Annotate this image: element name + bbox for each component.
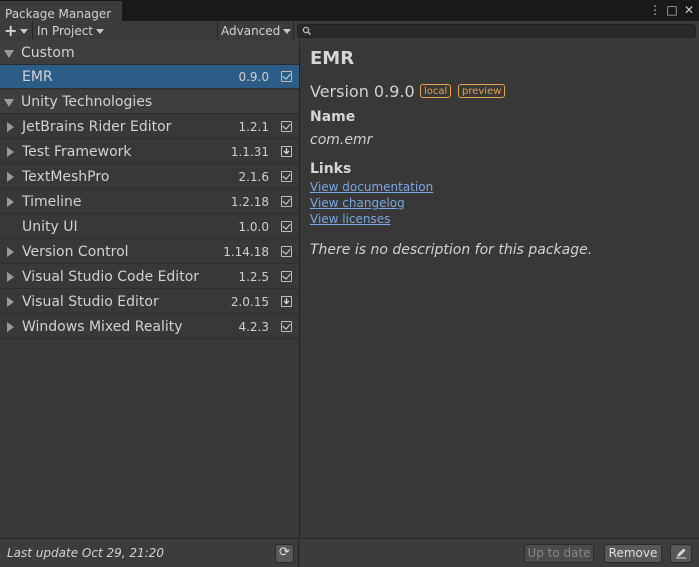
remove-button[interactable]: Remove <box>604 544 662 563</box>
installed-check-icon <box>281 271 292 282</box>
edit-button[interactable] <box>670 544 692 563</box>
package-version: 1.1.31 <box>230 145 269 159</box>
installed-check-icon <box>281 321 292 332</box>
package-list: Custom EMR 0.9.0 Unity Technologies JetB… <box>0 41 300 538</box>
more-options-icon[interactable]: ⋮ <box>647 2 663 18</box>
details-footer: Up to date Remove <box>300 538 699 567</box>
package-id: com.emr <box>310 132 373 148</box>
installed-check-icon <box>281 246 292 257</box>
installed-check-icon <box>281 71 292 82</box>
update-available-icon <box>281 146 292 157</box>
installed-check-icon <box>281 196 292 207</box>
package-row-jetbrains-rider-editor[interactable]: JetBrains Rider Editor 1.2.1 <box>0 115 299 139</box>
scope-label: In Project <box>37 24 94 38</box>
last-update-text: Last update Oct 29, 21:20 <box>7 546 164 560</box>
package-name: Test Framework <box>22 144 132 160</box>
view-licenses-link[interactable]: View licenses <box>310 212 390 226</box>
package-name: Version Control <box>22 244 129 260</box>
scope-dropdown[interactable]: In Project <box>37 21 105 41</box>
advanced-label: Advanced <box>221 24 281 38</box>
package-version: 1.2.18 <box>230 195 269 209</box>
package-row-textmeshpro[interactable]: TextMeshPro 2.1.6 <box>0 165 299 189</box>
package-version: 2.1.6 <box>238 170 269 184</box>
package-row-unity-ui[interactable]: Unity UI 1.0.0 <box>0 215 299 239</box>
group-header-unity-technologies[interactable]: Unity Technologies <box>0 90 299 114</box>
preview-badge: preview <box>458 84 506 98</box>
update-available-icon <box>281 296 292 307</box>
expand-arrow-icon[interactable] <box>7 322 14 332</box>
package-version-label: Version 0.9.0 <box>310 82 415 101</box>
installed-check-icon <box>281 121 292 132</box>
tab-title: Package Manager <box>5 7 112 21</box>
package-row-visual-studio-code-editor[interactable]: Visual Studio Code Editor 1.2.5 <box>0 265 299 289</box>
package-row-version-control[interactable]: Version Control 1.14.18 <box>0 240 299 264</box>
package-name: Visual Studio Editor <box>22 294 159 310</box>
package-title: EMR <box>310 48 355 69</box>
installed-check-icon <box>281 221 292 232</box>
refresh-icon: ⟳ <box>279 545 290 560</box>
expand-arrow-icon[interactable] <box>7 272 14 282</box>
package-row-visual-studio-editor[interactable]: Visual Studio Editor 2.0.15 <box>0 290 299 314</box>
chevron-down-icon <box>96 29 105 34</box>
package-row-test-framework[interactable]: Test Framework 1.1.31 <box>0 140 299 164</box>
add-package-button[interactable]: + <box>4 21 32 41</box>
package-manager-tab[interactable]: Package Manager <box>0 1 122 21</box>
search-field[interactable] <box>297 24 696 38</box>
view-changelog-link[interactable]: View changelog <box>310 196 405 210</box>
view-documentation-link[interactable]: View documentation <box>310 180 433 194</box>
package-row-windows-mixed-reality[interactable]: Windows Mixed Reality 4.2.3 <box>0 315 299 339</box>
package-version: 1.14.18 <box>223 245 269 259</box>
advanced-dropdown[interactable]: Advanced <box>221 21 293 41</box>
group-name: Unity Technologies <box>21 94 153 110</box>
pencil-icon <box>676 548 686 559</box>
package-version: 4.2.3 <box>238 320 269 334</box>
package-details: EMR Version 0.9.0 local preview Name com… <box>300 41 699 538</box>
package-name: Visual Studio Code Editor <box>22 269 200 285</box>
expand-arrow-icon[interactable] <box>7 197 14 207</box>
package-name: Timeline <box>22 194 82 210</box>
expand-arrow-icon[interactable] <box>7 147 14 157</box>
package-name: TextMeshPro <box>22 169 110 185</box>
local-badge: local <box>420 84 452 98</box>
package-version: 1.2.1 <box>238 120 269 134</box>
name-heading: Name <box>310 109 356 125</box>
links-heading: Links <box>310 161 352 177</box>
package-version: 0.9.0 <box>238 70 269 84</box>
maximize-icon[interactable]: □ <box>664 2 680 18</box>
installed-check-icon <box>281 171 292 182</box>
package-name: Windows Mixed Reality <box>22 319 183 335</box>
refresh-button[interactable]: ⟳ <box>275 544 294 563</box>
expanded-arrow-icon <box>4 50 14 58</box>
chevron-down-icon <box>283 29 292 34</box>
search-icon <box>302 26 311 35</box>
window-titlebar: Package Manager ⋮ □ ✕ <box>0 0 699 21</box>
search-input[interactable] <box>314 25 692 37</box>
up-to-date-button[interactable]: Up to date <box>524 544 594 563</box>
package-list-footer: Last update Oct 29, 21:20 ⟳ <box>0 538 299 567</box>
plus-icon: + <box>4 21 18 40</box>
toolbar-divider <box>293 21 294 41</box>
package-row-timeline[interactable]: Timeline 1.2.18 <box>0 190 299 214</box>
toolbar-divider <box>217 21 218 41</box>
group-name: Custom <box>21 45 75 61</box>
expanded-arrow-icon <box>4 99 14 107</box>
group-header-custom[interactable]: Custom <box>0 41 299 65</box>
package-version: 2.0.15 <box>230 295 269 309</box>
expand-arrow-icon[interactable] <box>7 247 14 257</box>
close-icon[interactable]: ✕ <box>681 2 697 18</box>
package-description: There is no description for this package… <box>310 242 593 258</box>
expand-arrow-icon[interactable] <box>7 297 14 307</box>
package-version: 1.0.0 <box>238 220 269 234</box>
expand-arrow-icon[interactable] <box>7 122 14 132</box>
package-version: 1.2.5 <box>238 270 269 284</box>
package-name: Unity UI <box>22 219 78 235</box>
package-name: JetBrains Rider Editor <box>22 119 172 135</box>
expand-arrow-icon[interactable] <box>7 172 14 182</box>
chevron-down-icon <box>20 29 29 34</box>
package-name: EMR <box>22 69 53 85</box>
toolbar-divider <box>32 21 33 41</box>
package-row-emr[interactable]: EMR 0.9.0 <box>0 65 299 89</box>
